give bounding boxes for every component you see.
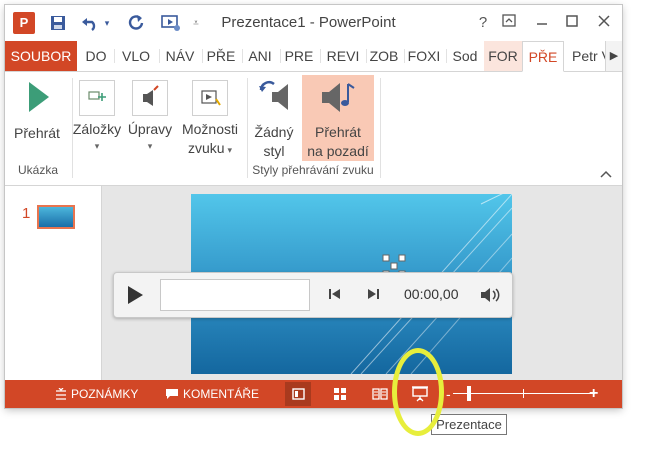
tab-scroll-right-icon[interactable]: ▶	[605, 41, 622, 71]
tab-home[interactable]: DO	[80, 41, 112, 71]
user-account[interactable]: Petr V	[568, 41, 608, 71]
ribbon-tabs: SOUBOR DO VLO NÁV PŘE ANI PRE REVI ZOB F…	[5, 41, 622, 72]
collapse-ribbon-icon[interactable]	[600, 167, 612, 181]
audio-edit-icon	[132, 80, 168, 116]
play-icon	[29, 82, 49, 112]
ribbon-playback: Přehrát Ukázka Záložky ▾ Úpravy ▾ Možnos…	[5, 72, 622, 186]
player-progress-track[interactable]	[160, 279, 310, 311]
tab-audio-format[interactable]: FOR	[484, 41, 522, 71]
comment-icon	[166, 389, 178, 399]
ribbon-display-options-button[interactable]	[496, 11, 522, 35]
tab-insert[interactable]: VLO	[116, 41, 156, 71]
tab-slideshow[interactable]: PRE	[281, 41, 317, 71]
reading-view-button[interactable]	[367, 382, 393, 406]
powerpoint-window: P ▾ ⩡ Prezentace1 - PowerPoint ? SOUBOR …	[5, 5, 622, 408]
close-button[interactable]	[591, 11, 617, 35]
slide-thumbnail[interactable]	[37, 205, 75, 229]
tab-audio-playback[interactable]: PŘE	[522, 41, 564, 72]
reading-view-icon	[372, 388, 388, 400]
player-step-forward-icon[interactable]	[364, 285, 384, 305]
slideshow-tooltip: Prezentace	[431, 414, 507, 435]
zoom-slider-track[interactable]	[453, 393, 595, 394]
tab-animations[interactable]: ANI	[243, 41, 277, 71]
no-style-button[interactable]: Žádný styl	[251, 78, 297, 161]
tab-design[interactable]: NÁV	[161, 41, 199, 71]
tab-view[interactable]: ZOB	[366, 41, 402, 71]
tab-transitions[interactable]: PŘE	[203, 41, 239, 71]
notes-icon	[56, 387, 66, 400]
slide-thumbnails-pane: 1	[5, 186, 102, 380]
group-label-preview: Ukázka	[17, 163, 58, 177]
editing-area: 1 00:00,00	[5, 186, 622, 380]
zoom-out-button[interactable]: -	[446, 380, 451, 408]
normal-view-icon	[292, 388, 305, 400]
notes-button[interactable]: POZNÁMKY	[55, 380, 138, 408]
bookmarks-button[interactable]: Záložky ▾	[69, 80, 125, 153]
zoom-in-button[interactable]: +	[589, 380, 598, 408]
play-button[interactable]: Přehrát	[9, 80, 65, 143]
speaker-music-icon	[322, 83, 355, 112]
bookmark-icon	[79, 80, 115, 116]
status-bar: POZNÁMKY KOMENTÁŘE - +	[5, 380, 622, 408]
audio-options-icon	[192, 80, 228, 116]
slide-sorter-button[interactable]	[327, 382, 353, 406]
edits-button[interactable]: Úpravy ▾	[125, 80, 175, 153]
play-in-background-button[interactable]: Přehrát na pozadí	[302, 75, 374, 161]
tab-file[interactable]: SOUBOR	[5, 41, 77, 71]
zoom-slider-center-tick	[523, 389, 524, 398]
player-volume-icon[interactable]	[479, 285, 501, 305]
tab-sod[interactable]: Sod	[446, 41, 484, 71]
group-label-audio-styles: Styly přehrávání zvuku	[252, 163, 374, 177]
audio-options-button[interactable]: Možnosti zvuku ▾	[177, 80, 243, 158]
normal-view-button[interactable]	[285, 382, 311, 406]
maximize-button[interactable]	[559, 11, 585, 35]
minimize-button[interactable]	[529, 11, 555, 35]
player-play-icon[interactable]	[124, 284, 146, 306]
slide-number: 1	[22, 205, 31, 222]
audio-player: 00:00,00	[113, 272, 513, 318]
highlight-annotation-circle	[392, 348, 444, 436]
title-bar: P ▾ ⩡ Prezentace1 - PowerPoint ?	[5, 5, 622, 41]
speaker-reset-icon	[259, 81, 288, 110]
player-time: 00:00,00	[404, 286, 459, 302]
comments-button[interactable]: KOMENTÁŘE	[165, 380, 259, 408]
help-button[interactable]: ?	[470, 11, 496, 35]
tab-review[interactable]: REVI	[321, 41, 365, 71]
tab-foxit[interactable]: FOXI	[404, 41, 444, 71]
slide-sorter-icon	[334, 388, 346, 400]
zoom-slider-thumb[interactable]	[467, 386, 471, 401]
player-step-back-icon[interactable]	[326, 285, 346, 305]
